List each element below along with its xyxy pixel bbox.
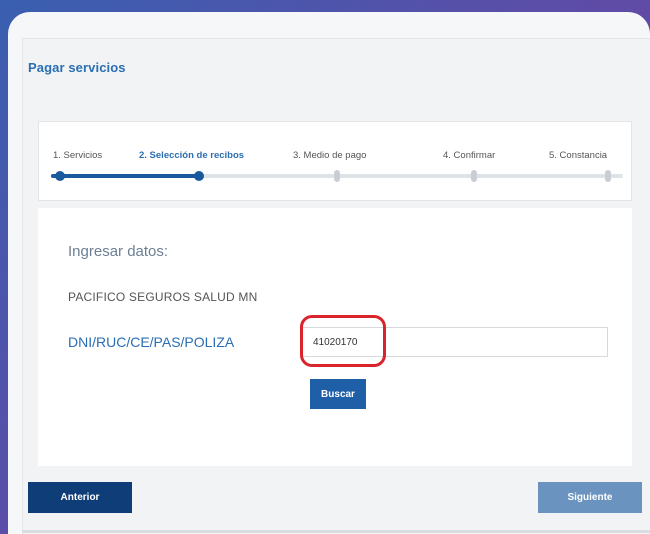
step-servicios-dot (55, 171, 65, 181)
page-title: Pagar servicios (28, 60, 126, 75)
progress-stepper: 1. Servicios 2. Selección de recibos 3. … (38, 121, 632, 201)
previous-button[interactable]: Anterior (28, 482, 132, 513)
step-seleccion-recibos-dot (194, 171, 204, 181)
search-button[interactable]: Buscar (310, 379, 366, 409)
step-medio-pago-label: 3. Medio de pago (293, 150, 367, 161)
step-seleccion-recibos-label: 2. Selección de recibos (139, 150, 245, 161)
section-title: Ingresar datos: (68, 243, 169, 260)
form-panel: Ingresar datos: PACIFICO SEGUROS SALUD M… (38, 208, 632, 466)
step-medio-pago-dot (334, 170, 340, 182)
document-number-input[interactable] (302, 327, 608, 357)
step-confirmar-dot (471, 170, 477, 182)
step-confirmar-label: 4. Confirmar (443, 150, 496, 161)
document-field-label: DNI/RUC/CE/PAS/POLIZA (68, 334, 235, 350)
stepper-progress-fill (51, 174, 199, 178)
step-constancia-label: 5. Constancia (549, 150, 608, 161)
company-name: PACIFICO SEGUROS SALUD MN (68, 290, 258, 304)
main-card: Pagar servicios 1. Servicios 2. Selecció… (8, 12, 650, 534)
next-button[interactable]: Siguiente (538, 482, 642, 513)
bottom-divider (22, 530, 650, 533)
step-constancia-dot (605, 170, 611, 182)
step-servicios-label: 1. Servicios (53, 150, 103, 161)
